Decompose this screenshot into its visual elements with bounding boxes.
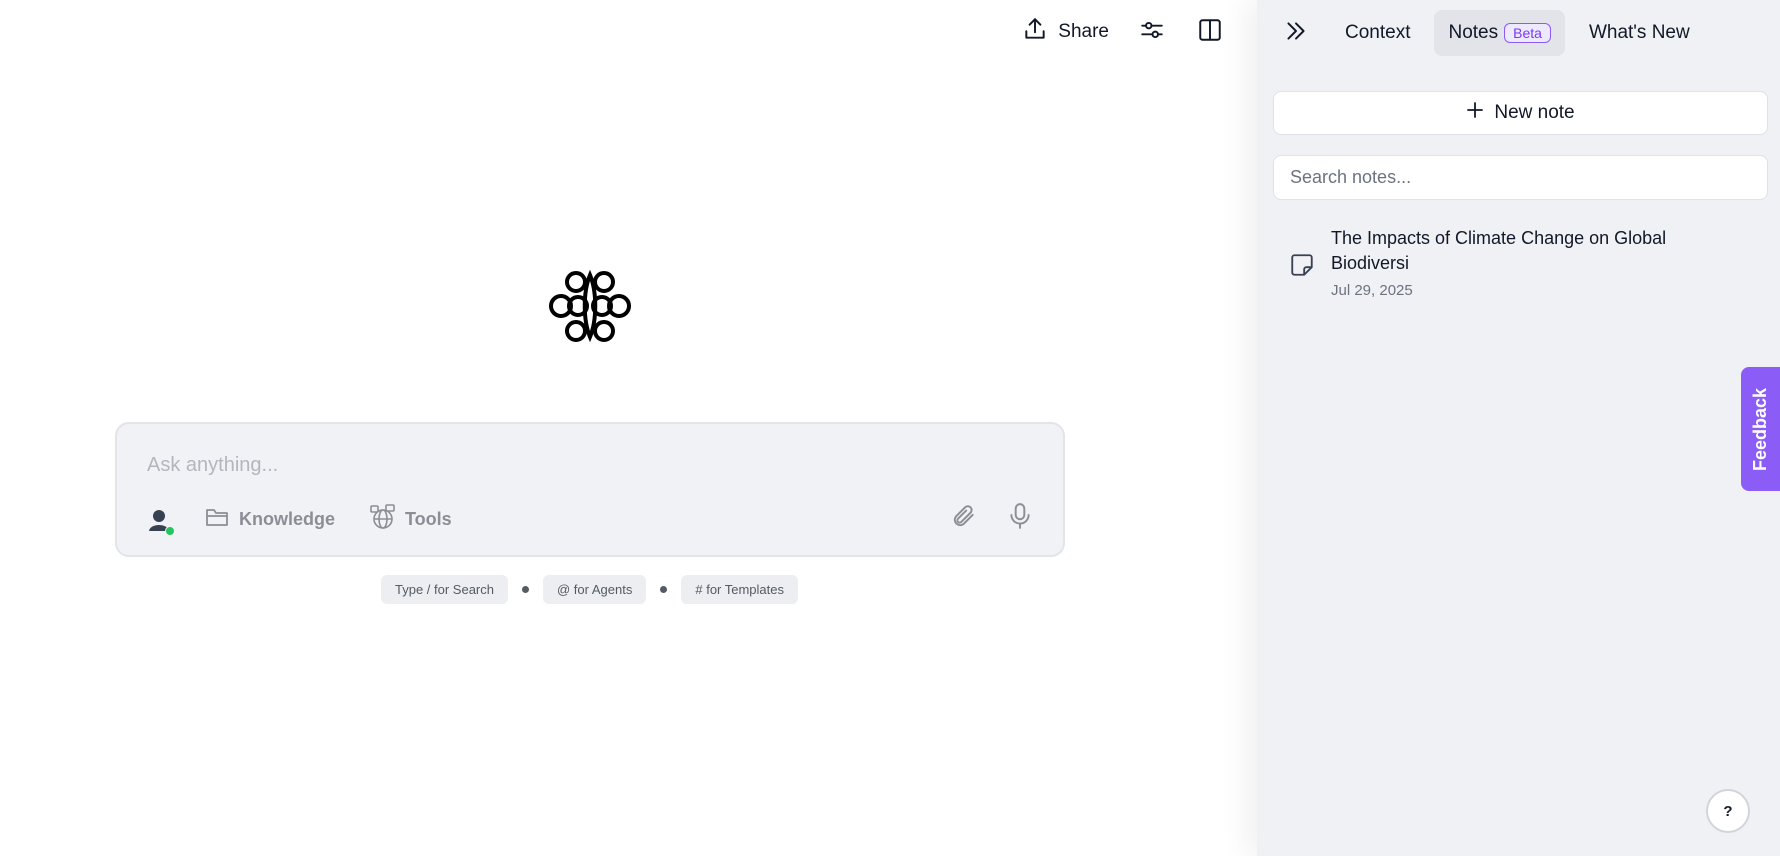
tab-whats-new[interactable]: What's New — [1575, 10, 1704, 56]
feedback-label: Feedback — [1750, 387, 1771, 471]
side-panel: Context Notes Beta What's New New note T… — [1257, 0, 1780, 856]
microphone-icon[interactable] — [1007, 502, 1033, 535]
settings-sliders-button[interactable] — [1137, 17, 1167, 47]
note-list-item[interactable]: The Impacts of Climate Change on Global … — [1289, 226, 1749, 299]
chat-composer[interactable]: Ask anything... Knowledge Tools — [115, 422, 1065, 557]
top-toolbar: Share — [1022, 16, 1225, 48]
hint-search: Type / for Search — [381, 575, 508, 604]
online-status-dot — [165, 525, 175, 536]
tab-label: What's New — [1588, 22, 1690, 43]
share-button[interactable]: Share — [1022, 16, 1109, 48]
panel-tabs: Context Notes Beta What's New — [1281, 10, 1704, 56]
knowledge-button[interactable]: Knowledge — [205, 506, 335, 533]
hint-agents: @ for Agents — [543, 575, 647, 604]
chevrons-right-icon — [1283, 18, 1309, 49]
note-date: Jul 29, 2025 — [1331, 282, 1413, 299]
toggle-panel-button[interactable] — [1195, 17, 1225, 47]
search-notes-input[interactable] — [1273, 155, 1768, 200]
note-text: The Impacts of Climate Change on Global … — [1331, 226, 1749, 299]
folder-icon — [205, 506, 229, 533]
split-panel-icon — [1197, 17, 1223, 48]
sticky-note-icon — [1289, 252, 1315, 278]
tools-button[interactable]: Tools — [369, 504, 452, 535]
plus-icon — [1466, 101, 1484, 125]
collapse-panel-button[interactable] — [1281, 18, 1311, 48]
knowledge-label: Knowledge — [239, 509, 336, 529]
composer-controls: Knowledge Tools — [147, 504, 452, 536]
ask-input[interactable]: Ask anything... — [147, 454, 278, 477]
tab-context[interactable]: Context — [1331, 10, 1424, 56]
new-note-label: New note — [1494, 102, 1575, 123]
brain-logo-icon — [543, 267, 637, 345]
feedback-tab[interactable]: Feedback — [1741, 367, 1780, 491]
tab-label: Context — [1345, 22, 1411, 43]
sliders-icon — [1139, 17, 1165, 48]
tab-notes[interactable]: Notes Beta — [1434, 10, 1565, 56]
share-icon — [1022, 16, 1048, 48]
help-label: ? — [1723, 802, 1733, 820]
tools-label: Tools — [405, 509, 452, 529]
agent-avatar[interactable] — [147, 508, 175, 536]
hint-separator — [660, 586, 668, 593]
hint-templates: # for Templates — [681, 575, 798, 604]
help-button[interactable]: ? — [1706, 789, 1750, 833]
composer-right-controls — [951, 502, 1033, 535]
beta-badge: Beta — [1504, 23, 1551, 43]
attach-paperclip-icon[interactable] — [951, 503, 977, 534]
shortcut-hints: Type / for Search @ for Agents # for Tem… — [381, 575, 798, 604]
globe-tools-icon — [369, 504, 395, 535]
main-area: Share Ask anything... Knowledge Tools Ty… — [0, 0, 1257, 856]
tab-label: Notes — [1448, 22, 1499, 43]
share-label: Share — [1058, 21, 1109, 42]
hint-separator — [522, 586, 529, 593]
note-title: The Impacts of Climate Change on Global … — [1331, 228, 1667, 273]
new-note-button[interactable]: New note — [1273, 91, 1768, 135]
